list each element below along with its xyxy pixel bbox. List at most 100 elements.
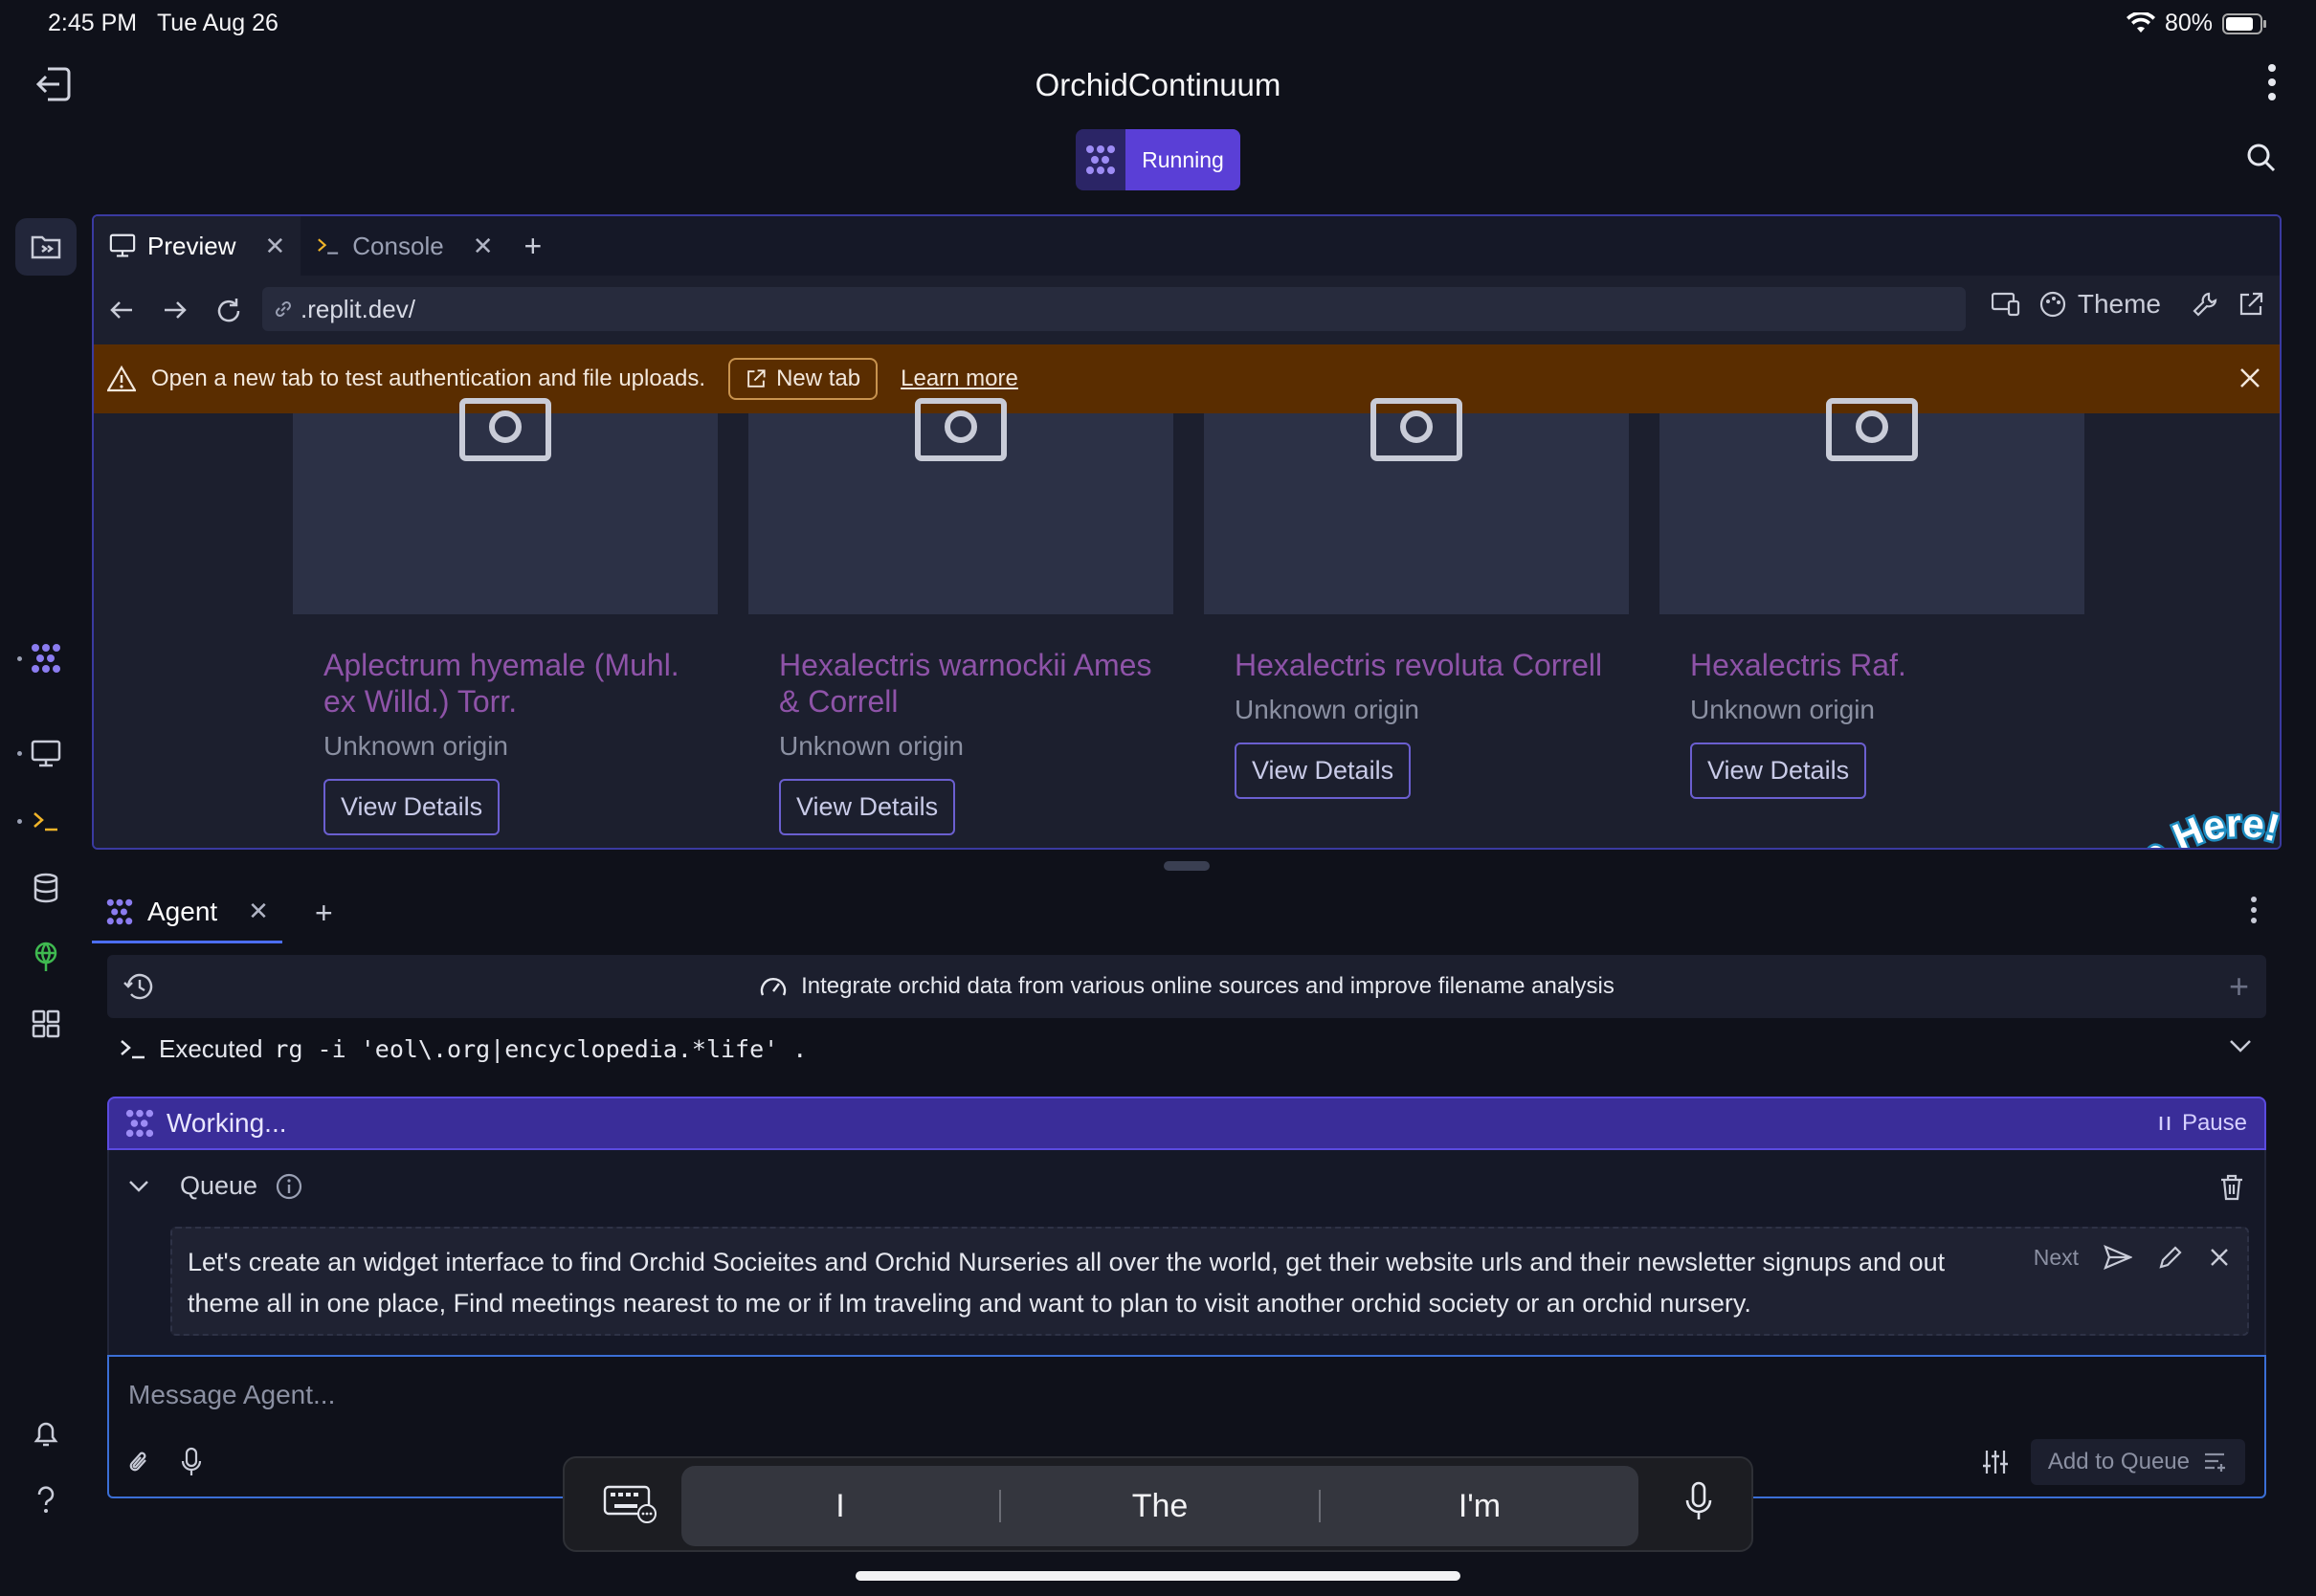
paperclip-icon[interactable] bbox=[126, 1447, 151, 1477]
url-toolbar: .replit.dev/ Theme bbox=[94, 276, 2280, 344]
message-input[interactable] bbox=[128, 1376, 1851, 1414]
open-new-tab-button[interactable]: New tab bbox=[728, 358, 879, 400]
suggestion-2[interactable]: The bbox=[1001, 1488, 1319, 1525]
panel-resize-handle[interactable] bbox=[1164, 861, 1210, 871]
add-to-queue-button[interactable]: Add to Queue bbox=[2030, 1439, 2245, 1485]
terminal-icon bbox=[33, 812, 57, 831]
time: 2:45 PM bbox=[48, 10, 138, 36]
new-tab-button[interactable]: + bbox=[508, 216, 557, 276]
orchid-origin: Unknown origin bbox=[779, 731, 964, 761]
camera-icon bbox=[1370, 398, 1462, 461]
auth-warning-banner: Open a new tab to test authentication an… bbox=[94, 344, 2280, 413]
orchid-origin: Unknown origin bbox=[1690, 695, 1875, 724]
tab-console-label: Console bbox=[352, 231, 444, 260]
keyboard-icon[interactable] bbox=[603, 1485, 657, 1523]
orchid-name[interactable]: Hexalectris warnockii Ames & Correll bbox=[779, 647, 1162, 720]
task-title-bar: Integrate orchid data from various onlin… bbox=[107, 955, 2266, 1018]
more-menu-button[interactable] bbox=[2266, 63, 2278, 101]
orchid-name[interactable]: Aplectrum hyemale (Muhl. ex Willd.) Torr… bbox=[323, 647, 706, 720]
executed-command-row[interactable]: Executed rg -i 'eol\.org|encyclopedia.*l… bbox=[119, 1031, 2253, 1066]
wifi-icon bbox=[2126, 11, 2155, 33]
queued-message-actions: Next bbox=[2034, 1244, 2230, 1271]
sliders-icon[interactable] bbox=[1981, 1449, 2010, 1475]
rail-console-button[interactable] bbox=[25, 800, 67, 842]
forward-arrow-icon[interactable] bbox=[163, 299, 188, 321]
learn-more-link[interactable]: Learn more bbox=[901, 366, 1018, 392]
close-tab-preview-button[interactable]: ✕ bbox=[264, 232, 285, 261]
view-details-button[interactable]: View Details bbox=[323, 779, 501, 835]
close-icon[interactable] bbox=[2238, 366, 2262, 390]
chevron-down-icon[interactable] bbox=[2228, 1037, 2253, 1054]
chat-bubble-graphic: We Are Here! 👏 1 bbox=[2083, 808, 2282, 850]
new-tab-label: New tab bbox=[776, 366, 861, 391]
task-title: Integrate orchid data from various onlin… bbox=[801, 973, 1615, 999]
chat-widget[interactable]: We Are Here! 👏 1 bbox=[2042, 808, 2282, 850]
back-arrow-icon[interactable] bbox=[109, 299, 134, 321]
rail-preview-button[interactable] bbox=[25, 733, 67, 775]
tab-agent[interactable]: Agent ✕ bbox=[92, 882, 282, 943]
view-details-button[interactable]: View Details bbox=[779, 779, 956, 835]
url-text: .replit.dev/ bbox=[301, 294, 415, 323]
rail-notifications-button[interactable] bbox=[25, 1412, 67, 1454]
date: Tue Aug 26 bbox=[156, 10, 278, 36]
replit-agent-icon bbox=[32, 644, 60, 673]
agent-more-button[interactable] bbox=[2249, 896, 2259, 924]
dictation-microphone-icon[interactable] bbox=[1684, 1481, 1713, 1523]
search-button[interactable] bbox=[2247, 144, 2276, 172]
wrench-icon[interactable] bbox=[2192, 291, 2218, 318]
preview-tools: Theme bbox=[1991, 289, 2264, 320]
orchid-image-placeholder bbox=[1204, 398, 1629, 614]
trash-icon[interactable] bbox=[2218, 1173, 2245, 1202]
tab-preview-label: Preview bbox=[147, 231, 236, 260]
kebab-icon bbox=[2268, 64, 2276, 100]
camera-icon bbox=[1826, 398, 1918, 461]
suggestion-1[interactable]: I bbox=[681, 1488, 999, 1525]
rail-agent-button[interactable] bbox=[25, 637, 67, 679]
edit-pencil-icon[interactable] bbox=[2157, 1244, 2184, 1271]
help-icon bbox=[37, 1486, 55, 1513]
suggestion-3[interactable]: I'm bbox=[1321, 1488, 1638, 1525]
we-are-here-text: We Are Here! bbox=[2086, 808, 2282, 850]
link-icon bbox=[275, 300, 292, 318]
new-agent-tab-button[interactable]: + bbox=[315, 896, 333, 931]
devices-icon[interactable] bbox=[1991, 292, 2020, 317]
left-rail bbox=[0, 211, 92, 1550]
rail-help-button[interactable] bbox=[25, 1479, 67, 1521]
rail-apps-button[interactable] bbox=[25, 1003, 67, 1045]
remove-icon[interactable] bbox=[2209, 1247, 2230, 1268]
external-link-icon[interactable] bbox=[2238, 291, 2264, 318]
add-task-button[interactable]: + bbox=[2229, 966, 2249, 1007]
rail-deploy-button[interactable] bbox=[25, 936, 67, 978]
orchid-card: Hexalectris revoluta Correll Unknown ori… bbox=[1204, 398, 1629, 799]
preview-panel: Preview ✕ Console ✕ + .replit.dev/ Theme bbox=[92, 214, 2282, 850]
app-title: OrchidContinuum bbox=[1035, 67, 1281, 102]
view-details-button[interactable]: View Details bbox=[1690, 743, 1867, 799]
tab-console[interactable]: Console ✕ bbox=[301, 216, 508, 276]
next-label: Next bbox=[2033, 1244, 2079, 1270]
widget-text: We Are Here! bbox=[2083, 808, 2280, 848]
tab-preview[interactable]: Preview ✕ bbox=[94, 216, 301, 276]
theme-button[interactable]: Theme bbox=[2039, 289, 2161, 320]
home-indicator[interactable] bbox=[856, 1571, 1460, 1581]
url-field[interactable]: .replit.dev/ bbox=[262, 287, 1966, 331]
pause-button[interactable]: Pause bbox=[2159, 1110, 2247, 1137]
orchid-origin: Unknown origin bbox=[1235, 695, 1419, 724]
composer-right-actions: Add to Queue bbox=[1981, 1439, 2245, 1485]
tab-agent-label: Agent bbox=[147, 896, 218, 926]
queue-header[interactable]: Queue bbox=[128, 1171, 303, 1201]
close-agent-tab-button[interactable]: ✕ bbox=[248, 897, 269, 926]
send-icon[interactable] bbox=[2104, 1244, 2132, 1271]
orchid-name[interactable]: Hexalectris revoluta Correll bbox=[1235, 647, 1617, 683]
orchid-name[interactable]: Hexalectris Raf. bbox=[1690, 647, 2073, 683]
rail-database-button[interactable] bbox=[25, 867, 67, 909]
run-status-button[interactable]: Running bbox=[1076, 129, 1240, 190]
view-details-button[interactable]: View Details bbox=[1235, 743, 1412, 799]
info-icon[interactable] bbox=[275, 1172, 303, 1201]
terminal-icon bbox=[318, 238, 339, 255]
microphone-icon[interactable] bbox=[180, 1447, 203, 1477]
close-tab-console-button[interactable]: ✕ bbox=[473, 232, 494, 261]
reload-icon[interactable] bbox=[214, 297, 243, 325]
terminal-icon bbox=[121, 1040, 145, 1059]
history-icon[interactable] bbox=[122, 972, 153, 1001]
battery-percent: 80% bbox=[2164, 10, 2213, 36]
